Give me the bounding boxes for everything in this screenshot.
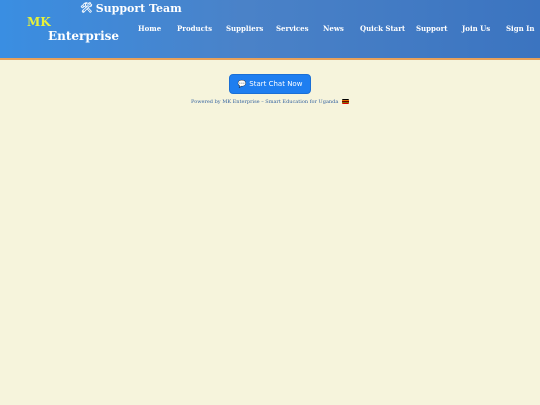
nav-join-us[interactable]: Join Us [462,24,490,33]
start-chat-label: Start Chat Now [249,80,303,88]
main-nav: Home Products Suppliers Services News Qu… [0,24,540,36]
powered-by-label: Powered by MK Enterprise – Smart Educati… [191,99,339,105]
nav-services[interactable]: Services [276,24,309,33]
nav-news[interactable]: News [323,24,344,33]
hammer-wrench-icon: 🛠 [80,3,93,14]
nav-quick-start[interactable]: Quick Start [360,24,405,33]
nav-suppliers[interactable]: Suppliers [226,24,263,33]
start-chat-button[interactable]: 💬 Start Chat Now [229,74,311,94]
nav-home[interactable]: Home [138,24,161,33]
nav-sign-in[interactable]: Sign In [506,24,535,33]
nav-support[interactable]: Support [416,24,448,33]
main-content: 💬 Start Chat Now Powered by MK Enterpris… [0,62,540,405]
nav-products[interactable]: Products [177,24,212,33]
powered-by-text: Powered by MK Enterprise – Smart Educati… [0,99,540,105]
support-team-label: Support Team [95,2,182,15]
site-header: 🛠 Support Team MK Enterprise Home Produc… [0,0,540,60]
speech-bubble-icon: 💬 [237,80,247,88]
support-team-title: 🛠 Support Team [80,2,182,15]
uganda-flag-icon [341,99,349,104]
